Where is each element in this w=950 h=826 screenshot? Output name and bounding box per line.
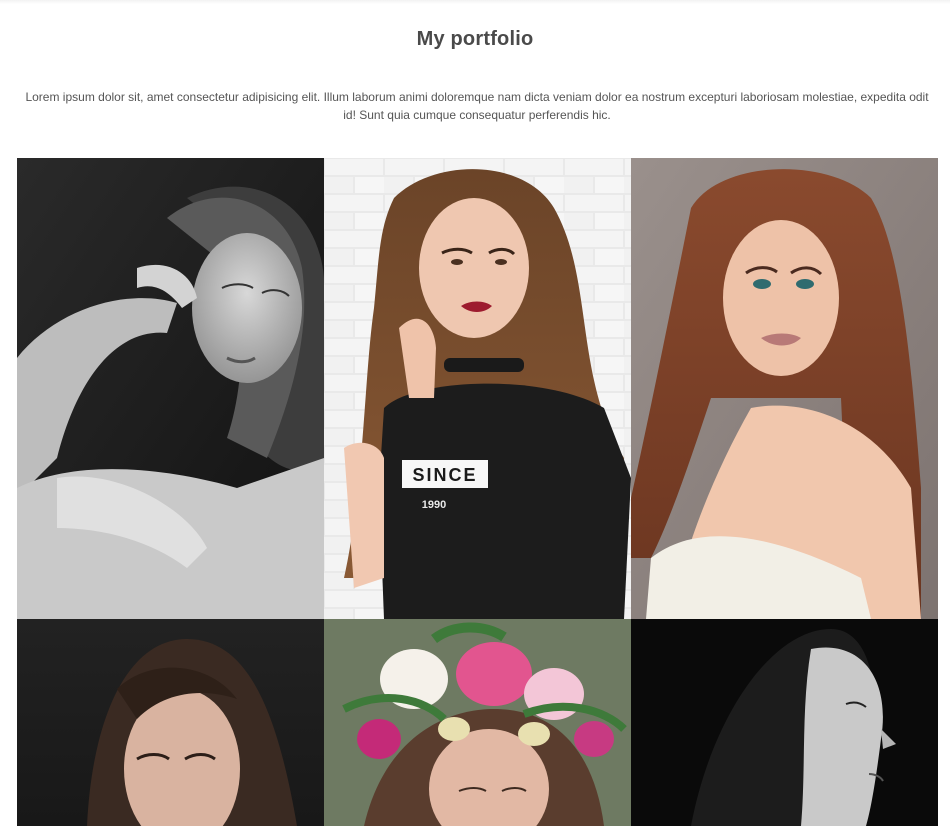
photo-dark-portrait-image	[17, 619, 324, 826]
gallery-photo-3[interactable]	[631, 158, 938, 619]
portfolio-gallery: SINCE 1990	[17, 158, 938, 826]
gallery-photo-2[interactable]: SINCE 1990	[324, 158, 631, 619]
intro-paragraph: Lorem ipsum dolor sit, amet consectetur …	[25, 90, 929, 122]
photo-redhead-portrait-image	[631, 158, 938, 619]
shirt-print-text: SINCE	[412, 465, 477, 485]
gallery-photo-4[interactable]	[17, 619, 324, 826]
photo-bw-profile-image	[631, 619, 938, 826]
gallery-photo-6[interactable]	[631, 619, 938, 826]
portfolio-page: My portfolio Lorem ipsum dolor sit, amet…	[0, 0, 950, 826]
photo-bw-portrait-image	[17, 158, 324, 619]
photo-flower-crown-image	[324, 619, 631, 826]
shirt-print-year: 1990	[422, 499, 446, 511]
photo-brick-wall-portrait-image: SINCE 1990	[324, 158, 631, 619]
page-title: My portfolio	[416, 28, 534, 50]
header-divider	[0, 0, 950, 4]
gallery-photo-1[interactable]	[17, 158, 324, 619]
gallery-photo-5[interactable]	[324, 619, 631, 826]
